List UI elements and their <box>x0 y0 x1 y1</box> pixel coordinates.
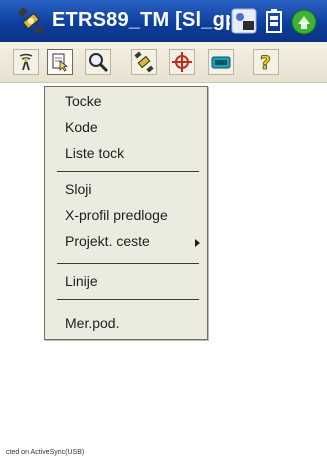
battery-icon[interactable] <box>265 8 283 34</box>
menu-item-linije[interactable]: Linije <box>65 273 98 289</box>
satellite-app-icon[interactable] <box>16 6 46 36</box>
dropdown-menu: Tocke Kode Liste tock Sloji X-profil pre… <box>44 86 208 340</box>
satellite-button[interactable] <box>131 49 157 75</box>
menu-item-mer-pod[interactable]: Mer.pod. <box>65 315 119 331</box>
zoom-button[interactable] <box>85 49 111 75</box>
gps-status-icon[interactable] <box>290 8 318 36</box>
menu-separator <box>57 299 199 300</box>
menu-separator <box>57 263 199 264</box>
toolbar: ? <box>0 42 327 83</box>
keyboard-button[interactable] <box>208 49 234 75</box>
submenu-arrow-icon <box>195 239 200 247</box>
crosshair-button[interactable] <box>169 49 195 75</box>
title-bar: ETRS89_TM [Sl_gpr <box>0 0 327 42</box>
svg-text:?: ? <box>260 52 271 73</box>
antenna-button[interactable] <box>13 49 39 75</box>
keyboard-icon <box>211 56 231 69</box>
antenna-icon <box>19 53 33 71</box>
menu-item-sloji[interactable]: Sloji <box>65 181 91 197</box>
document-pointer-icon <box>52 53 69 72</box>
satellite-icon <box>134 51 154 73</box>
help-button[interactable]: ? <box>253 49 279 75</box>
menu-item-tocke[interactable]: Tocke <box>65 93 102 109</box>
document-pointer-button[interactable] <box>47 49 73 75</box>
status-text: cted on ActiveSync(USB) <box>6 449 85 456</box>
crosshair-icon <box>172 52 192 72</box>
menu-item-projekt-ceste[interactable]: Projekt. ceste <box>65 233 150 249</box>
connection-icon[interactable] <box>231 8 257 34</box>
menu-item-x-profil-predloge[interactable]: X-profil predloge <box>65 207 168 223</box>
menu-item-liste-tock[interactable]: Liste tock <box>65 145 124 161</box>
window-title: ETRS89_TM [Sl_gpr <box>52 9 230 31</box>
help-icon: ? <box>260 52 272 73</box>
menu-separator <box>57 171 199 172</box>
menu-item-kode[interactable]: Kode <box>65 119 98 135</box>
magnifier-icon <box>89 53 109 73</box>
